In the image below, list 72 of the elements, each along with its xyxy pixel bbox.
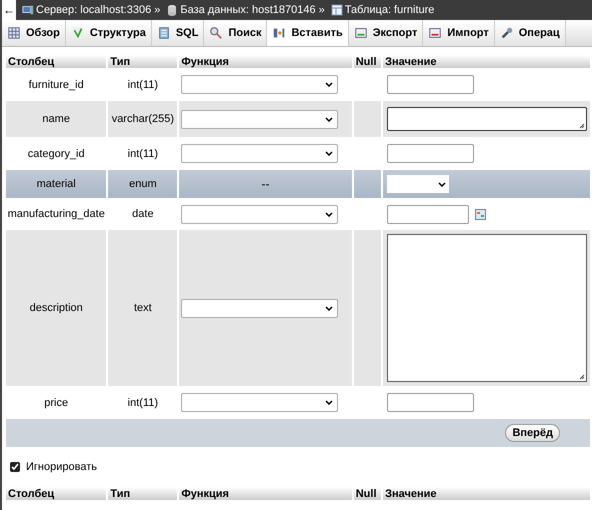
column-type: int(11) <box>128 148 158 160</box>
checkbox[interactable] <box>10 462 20 472</box>
breadcrumb-link[interactable]: Сервер: localhost:3306 » <box>36 4 160 16</box>
value-textarea[interactable] <box>387 107 588 131</box>
value-input[interactable] <box>387 75 474 94</box>
tab[interactable]: Экспорт <box>348 20 424 46</box>
column-type: text <box>134 302 152 314</box>
tab[interactable]: SQL <box>152 20 204 46</box>
tab[interactable]: Поиск <box>204 20 268 46</box>
chevron-icon <box>325 212 334 216</box>
column-name: category_id <box>28 148 85 160</box>
checkbox-label[interactable]: Игнорировать <box>26 461 97 473</box>
chevron-icon <box>325 82 334 87</box>
resize-grip-icon <box>579 123 586 129</box>
column-header: Столбец <box>6 487 106 500</box>
function-select[interactable] <box>181 298 338 318</box>
column-type: date <box>132 208 154 220</box>
column-header: Функция <box>179 55 352 68</box>
database-icon <box>166 4 178 16</box>
value-input[interactable] <box>387 144 474 163</box>
column-type: enum <box>129 178 157 190</box>
value-select[interactable] <box>387 175 450 193</box>
column-type: varchar(255) <box>112 113 174 125</box>
column-name: manufacturing_date <box>8 208 105 220</box>
column-name: name <box>42 113 70 125</box>
calendar-icon[interactable] <box>475 208 486 220</box>
tab-icon <box>7 26 21 40</box>
column-header: Null <box>354 55 382 68</box>
chevron-icon <box>325 400 334 405</box>
column-type: int(11) <box>128 78 158 90</box>
tab[interactable]: Вставить <box>267 20 349 46</box>
column-header: Столбец <box>6 55 106 68</box>
function-select[interactable] <box>181 204 338 224</box>
function-select[interactable] <box>181 393 338 412</box>
value-input[interactable] <box>387 393 474 412</box>
tab-icon <box>428 26 442 40</box>
tab[interactable]: Структура <box>66 20 152 46</box>
tab[interactable]: Обзор <box>2 20 66 46</box>
wrench-icon <box>500 26 514 40</box>
chevron-icon <box>438 182 446 186</box>
function-text: -- <box>260 177 271 191</box>
column-header: Значение <box>383 55 590 68</box>
function-select[interactable] <box>181 144 338 163</box>
column-header: Значение <box>383 487 590 500</box>
server-icon <box>22 4 34 16</box>
column-name: price <box>44 396 68 408</box>
column-name: furniture_id <box>28 78 84 90</box>
value-textarea[interactable] <box>387 234 588 382</box>
column-name: material <box>36 178 76 190</box>
function-select[interactable] <box>181 75 338 94</box>
resize-grip-icon <box>579 374 586 380</box>
breadcrumb-link[interactable]: База данных: host1870146 » <box>180 4 325 16</box>
chevron-icon <box>325 306 334 310</box>
column-name: description <box>30 302 83 314</box>
column-type: int(11) <box>128 396 158 408</box>
column-header: Null <box>354 487 382 500</box>
column-header: Тип <box>108 487 178 500</box>
chevron-icon <box>325 116 334 122</box>
submit-button[interactable]: Вперёд <box>505 424 560 442</box>
tab[interactable]: Импорт <box>423 20 495 46</box>
function-select[interactable] <box>181 110 338 128</box>
column-header: Тип <box>108 55 178 68</box>
date-input[interactable] <box>387 204 470 224</box>
tab-icon <box>272 26 286 40</box>
tab-icon <box>354 26 368 40</box>
chevron-icon <box>325 151 334 156</box>
table-icon <box>330 4 343 16</box>
tab-icon <box>156 26 171 40</box>
column-header: Функция <box>179 487 352 500</box>
tab[interactable]: Операц <box>494 20 566 46</box>
breadcrumb-link[interactable]: Таблица: furniture <box>344 4 434 16</box>
search-icon <box>209 26 224 40</box>
